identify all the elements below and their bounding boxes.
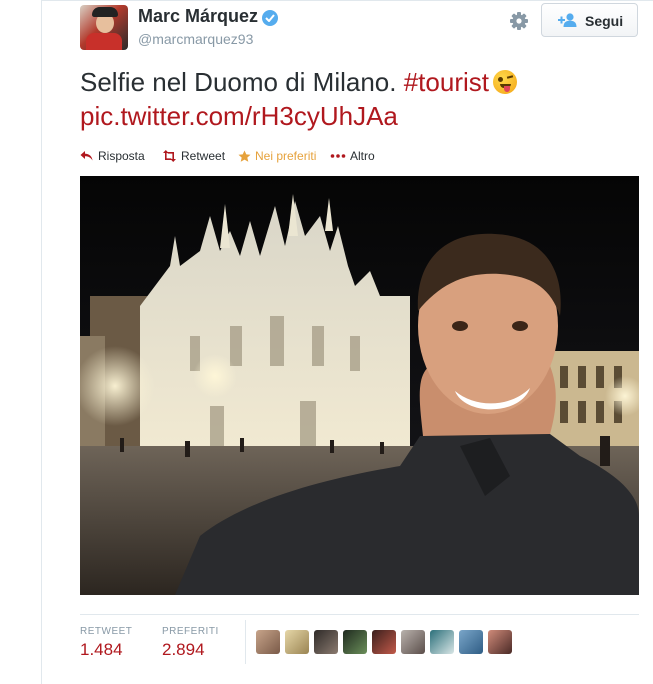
favoriter-avatar[interactable] bbox=[372, 630, 396, 654]
retweet-count[interactable]: 1.484 bbox=[80, 640, 123, 660]
follow-label: Segui bbox=[585, 13, 624, 29]
follow-button[interactable]: Segui bbox=[541, 3, 638, 37]
star-icon bbox=[238, 150, 251, 166]
favoriter-avatar[interactable] bbox=[488, 630, 512, 654]
favoriter-avatar[interactable] bbox=[343, 630, 367, 654]
favorites-count-label: PREFERITI bbox=[162, 626, 219, 637]
stats-separator bbox=[245, 620, 246, 664]
favoriter-avatar[interactable] bbox=[401, 630, 425, 654]
favoriter-avatar[interactable] bbox=[285, 630, 309, 654]
favoriter-avatar[interactable] bbox=[430, 630, 454, 654]
reply-icon bbox=[80, 150, 93, 165]
retweet-count-label: RETWEET bbox=[80, 626, 133, 637]
favoriter-avatar[interactable] bbox=[256, 630, 280, 654]
tweet-text: Selfie nel Duomo di Milano. #tourist pic.… bbox=[80, 65, 620, 133]
follow-user-icon bbox=[558, 13, 578, 32]
favorites-count[interactable]: 2.894 bbox=[162, 640, 205, 660]
author-handle[interactable]: @marcmarquez93 bbox=[138, 31, 253, 47]
author-avatar[interactable] bbox=[80, 5, 128, 50]
stats-divider bbox=[80, 614, 639, 615]
pic-link[interactable]: pic.twitter.com/rH3cyUhJAa bbox=[80, 101, 398, 131]
hashtag-link[interactable]: #tourist bbox=[404, 67, 489, 97]
winking-tongue-emoji-icon bbox=[492, 70, 517, 94]
tweet-photo[interactable] bbox=[80, 176, 639, 595]
author-name[interactable]: Marc Márquez bbox=[138, 6, 258, 27]
verified-icon bbox=[262, 10, 278, 26]
favoriter-avatar[interactable] bbox=[459, 630, 483, 654]
more-icon bbox=[330, 150, 346, 165]
timeline-border bbox=[41, 0, 42, 684]
tweet-body: Selfie nel Duomo di Milano. bbox=[80, 67, 404, 97]
favoriter-avatar[interactable] bbox=[314, 630, 338, 654]
timeline-border-top bbox=[41, 0, 653, 1]
gear-icon[interactable] bbox=[508, 10, 530, 32]
retweet-icon bbox=[162, 150, 177, 165]
